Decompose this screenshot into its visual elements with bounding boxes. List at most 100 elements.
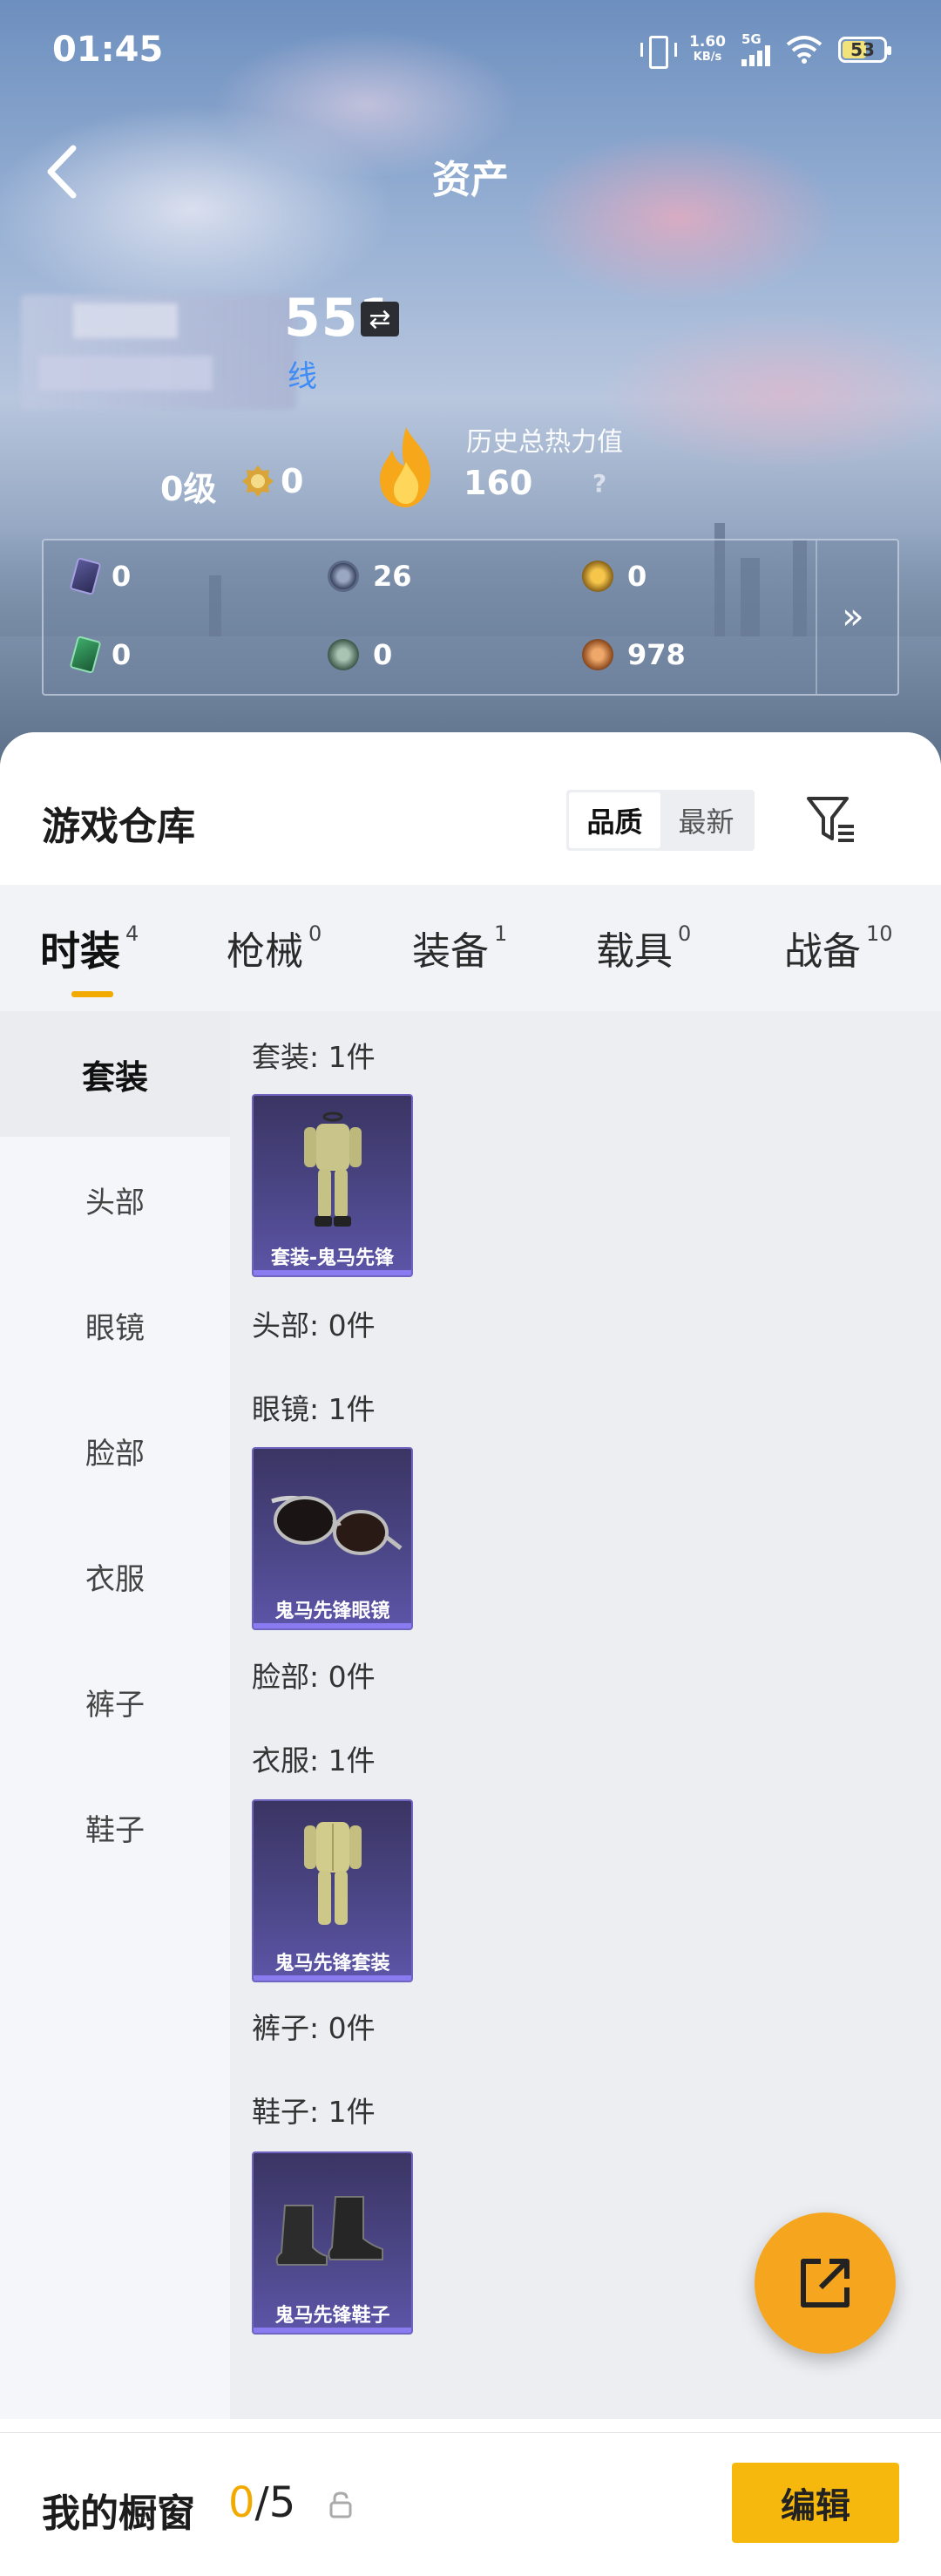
divider xyxy=(816,540,817,694)
hero-background: 01:45 1.60 KB/s 5G 53 资产 551 ⇄ 线 0级 0 历史… xyxy=(0,0,941,767)
warehouse-header: 游戏仓库 品质 最新 xyxy=(0,732,941,885)
showcase-label: 我的橱窗 xyxy=(42,2491,195,2536)
currency-value: 0 xyxy=(627,560,647,593)
tab-vehicles[interactable]: 载具 0 xyxy=(596,920,691,975)
heat-label: 历史总热力值 xyxy=(466,427,623,458)
item-name: 套装-鬼马先锋 xyxy=(270,1247,395,1269)
tab-count: 4 xyxy=(125,921,139,946)
tab-equipment[interactable]: 装备 1 xyxy=(412,920,507,975)
sidebar-item-clothes[interactable]: 衣服 xyxy=(0,1513,230,1639)
currency-item: 0 xyxy=(69,636,132,674)
level-text: 0级 xyxy=(160,470,217,508)
share-fab-button[interactable] xyxy=(755,2212,896,2354)
network-type: 5G xyxy=(741,31,762,47)
currency-value: 978 xyxy=(627,638,686,671)
bronze-coin-icon xyxy=(582,639,613,670)
currency-item: 26 xyxy=(328,560,412,593)
sunglasses-icon xyxy=(254,1449,411,1597)
warehouse-body: 套装 头部 眼镜 脸部 衣服 裤子 鞋子 套装: 1件 套装-鬼马先锋 头部: … xyxy=(0,1011,941,2419)
currency-value: 26 xyxy=(373,560,412,593)
item-name: 鬼马先锋眼镜 xyxy=(274,1601,390,1622)
category-tabs: 时装 4 枪械 0 装备 1 载具 0 战备 10 xyxy=(0,885,941,1011)
net-speed: 1.60 KB/s xyxy=(689,34,726,65)
section-label: 鞋子: 1件 xyxy=(252,2095,376,2129)
sidebar-item-shoes[interactable]: 鞋子 xyxy=(0,1764,230,1890)
battery-level: 53 xyxy=(850,39,875,60)
currency-item: 0 xyxy=(582,560,647,593)
edit-button[interactable]: 编辑 xyxy=(732,2463,899,2543)
item-card[interactable]: 鬼马先锋套装 xyxy=(252,1799,413,1982)
currency-item: 978 xyxy=(582,638,686,671)
showcase-bar: 我的橱窗 0/5 编辑 xyxy=(0,2432,941,2576)
signal-icon: 5G xyxy=(741,33,770,66)
section-label: 眼镜: 1件 xyxy=(252,1392,376,1426)
section-label: 脸部: 0件 xyxy=(252,1660,376,1694)
swap-account-icon[interactable]: ⇄ xyxy=(361,302,399,336)
tab-label: 装备 xyxy=(412,929,489,974)
green-coin-icon xyxy=(328,639,359,670)
currency-value: 0 xyxy=(112,560,132,593)
tab-supplies[interactable]: 战备 10 xyxy=(784,920,893,975)
tab-count: 10 xyxy=(866,921,893,946)
sort-latest-button[interactable]: 最新 xyxy=(660,792,752,848)
tab-count: 0 xyxy=(308,921,322,946)
status-icons: 1.60 KB/s 5G 53 xyxy=(639,33,891,69)
currency-value: 0 xyxy=(373,638,393,671)
item-name: 鬼马先锋套装 xyxy=(274,1953,390,1974)
status-bar: 01:45 1.60 KB/s 5G 53 xyxy=(0,0,941,96)
item-name: 鬼马先锋鞋子 xyxy=(274,2305,390,2327)
tab-label: 枪械 xyxy=(227,929,303,974)
filter-icon[interactable] xyxy=(803,792,859,847)
currency-item: 0 xyxy=(69,557,132,595)
sidebar-item-head[interactable]: 头部 xyxy=(0,1137,230,1262)
item-card[interactable]: 套装-鬼马先锋 xyxy=(252,1094,413,1277)
tab-label: 时装 xyxy=(40,928,120,975)
tab-label: 战备 xyxy=(784,929,861,974)
section-label: 头部: 0件 xyxy=(252,1308,376,1342)
status-time: 01:45 xyxy=(52,30,164,70)
blurred-player-name xyxy=(21,295,296,410)
sidebar-item-face[interactable]: 脸部 xyxy=(0,1388,230,1513)
quality-bar xyxy=(254,1623,411,1628)
active-tab-indicator xyxy=(71,991,113,997)
tab-firearms[interactable]: 枪械 0 xyxy=(227,920,322,975)
section-label: 裤子: 0件 xyxy=(252,2011,376,2045)
currency-value: 0 xyxy=(112,638,132,671)
green-card-icon xyxy=(69,636,102,674)
warehouse-title: 游戏仓库 xyxy=(42,805,195,849)
help-icon[interactable]: ? xyxy=(592,469,606,498)
net-speed-unit: KB/s xyxy=(693,51,722,64)
showcase-current: 0 xyxy=(228,2478,255,2527)
currency-panel[interactable]: 0 26 0 0 0 978 » xyxy=(42,539,899,696)
net-speed-value: 1.60 xyxy=(689,33,726,51)
purple-card-icon xyxy=(69,557,102,595)
chevron-right-double-icon[interactable]: » xyxy=(842,595,864,637)
quality-bar xyxy=(254,2328,411,2333)
external-link-icon xyxy=(801,2259,850,2308)
lock-icon xyxy=(329,2491,352,2518)
sidebar-item-glasses[interactable]: 眼镜 xyxy=(0,1262,230,1388)
tab-count: 0 xyxy=(678,921,692,946)
item-card[interactable]: 鬼马先锋鞋子 xyxy=(252,2151,413,2335)
medal-count: 0 xyxy=(281,462,304,500)
tab-fashion[interactable]: 时装 4 xyxy=(40,920,139,977)
tab-label: 载具 xyxy=(596,929,673,974)
vibrate-icon xyxy=(639,34,678,69)
sidebar-item-pants[interactable]: 裤子 xyxy=(0,1639,230,1764)
heat-value: 160 xyxy=(464,464,533,502)
showcase-count: 0/5 xyxy=(228,2478,295,2527)
item-card[interactable]: 鬼马先锋眼镜 xyxy=(252,1447,413,1630)
section-label: 衣服: 1件 xyxy=(252,1743,376,1777)
boots-icon xyxy=(254,2153,411,2301)
silver-coin-icon xyxy=(328,561,359,592)
sidebar-item-set[interactable]: 套装 xyxy=(0,1011,230,1137)
player-link[interactable]: 线 xyxy=(288,352,317,395)
page-title: 资产 xyxy=(432,158,509,202)
outfit-clothes-icon xyxy=(254,1801,411,1949)
tab-count: 1 xyxy=(494,921,508,946)
fire-icon xyxy=(380,427,431,507)
sort-quality-button[interactable]: 品质 xyxy=(569,792,660,848)
currency-item: 0 xyxy=(328,638,392,671)
player-stats: 0级 0 历史总热力值 160 ? xyxy=(0,427,941,514)
subcategory-sidebar: 套装 头部 眼镜 脸部 衣服 裤子 鞋子 xyxy=(0,1011,230,2419)
